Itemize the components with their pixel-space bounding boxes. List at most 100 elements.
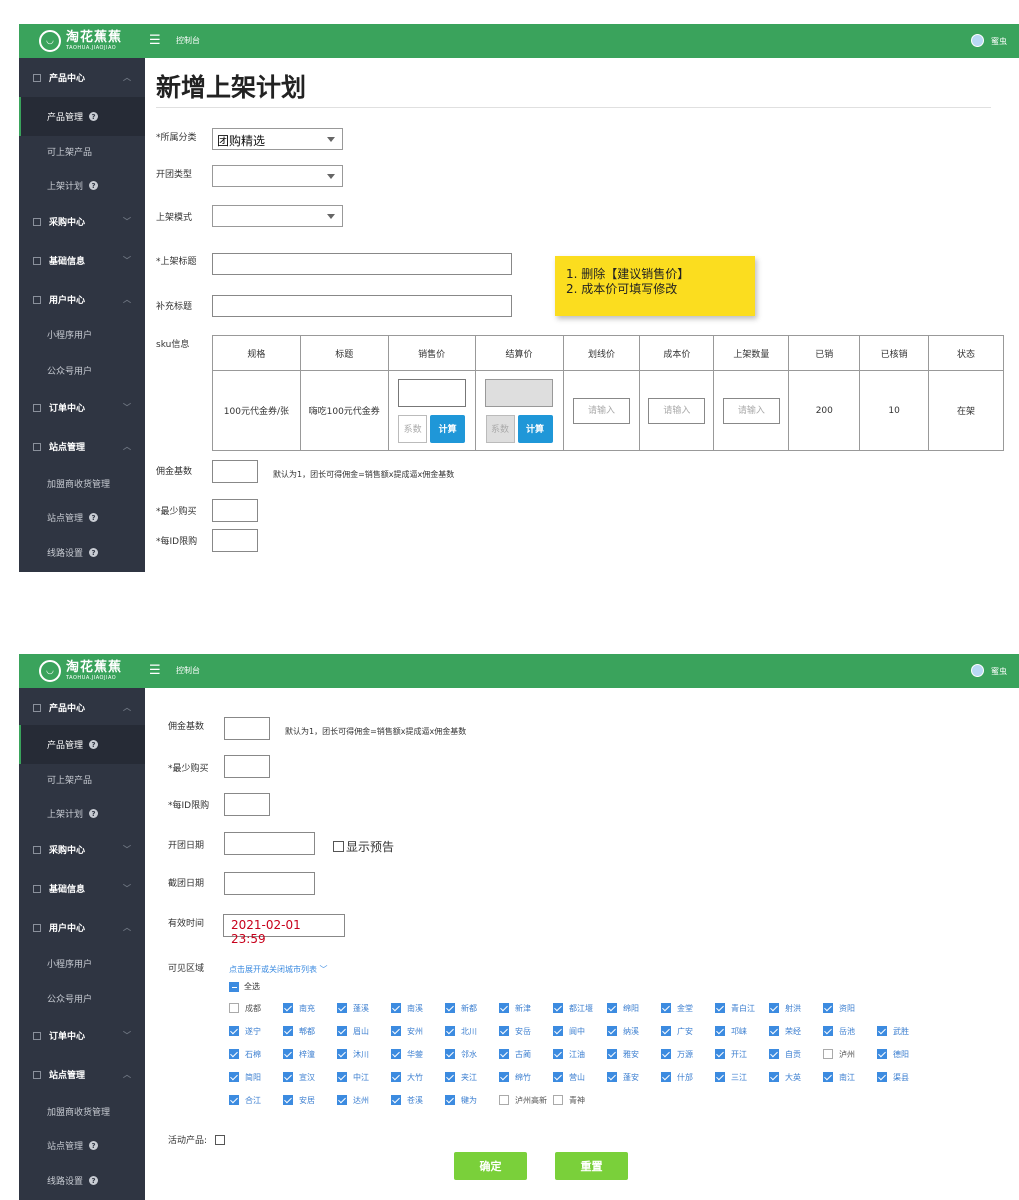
sidebar-group-user-center[interactable]: 用户中心 ︿ (19, 908, 145, 947)
city-checkbox[interactable] (823, 1072, 833, 1082)
quantity-input[interactable]: 请输入 (722, 397, 780, 424)
help-icon[interactable]: ? (89, 548, 99, 557)
help-icon[interactable]: ? (89, 740, 99, 749)
category-select[interactable]: 团购精选 (212, 128, 343, 150)
city-option[interactable]: 自贡 (769, 1047, 823, 1061)
city-checkbox[interactable] (337, 1003, 347, 1013)
city-option[interactable]: 南江 (823, 1070, 877, 1084)
city-checkbox[interactable] (823, 1049, 833, 1059)
city-option[interactable]: 安州 (391, 1024, 445, 1038)
city-checkbox[interactable] (445, 1049, 455, 1059)
city-option[interactable]: 蓬溪 (337, 1001, 391, 1015)
city-option[interactable]: 安居 (283, 1093, 337, 1107)
city-option[interactable]: 邻水 (445, 1047, 499, 1061)
city-checkbox[interactable] (391, 1003, 401, 1013)
city-checkbox[interactable] (283, 1072, 293, 1082)
select-all-option[interactable]: 全选 (229, 981, 260, 992)
city-option[interactable]: 江油 (553, 1047, 607, 1061)
city-option[interactable]: 岳池 (823, 1024, 877, 1038)
city-checkbox[interactable] (499, 1049, 509, 1059)
city-checkbox[interactable] (445, 1072, 455, 1082)
valid-time-input[interactable]: 2021-02-01 23:59 (223, 914, 345, 946)
city-checkbox[interactable] (445, 1026, 455, 1036)
help-icon[interactable]: ? (89, 181, 99, 190)
city-checkbox[interactable] (607, 1026, 617, 1036)
city-option[interactable]: 合江 (229, 1093, 283, 1107)
extra-title-input[interactable] (212, 295, 512, 317)
confirm-button[interactable]: 确定 (454, 1152, 527, 1180)
listing-title-input[interactable] (212, 253, 512, 275)
city-option[interactable]: 青神 (553, 1093, 607, 1107)
city-option[interactable]: 南溪 (391, 1001, 445, 1015)
city-option[interactable]: 万源 (661, 1047, 715, 1061)
city-checkbox[interactable] (499, 1072, 509, 1082)
city-checkbox[interactable] (715, 1049, 725, 1059)
city-option[interactable]: 成都 (229, 1001, 283, 1015)
min-buy-input[interactable] (212, 499, 258, 522)
city-checkbox[interactable] (445, 1095, 455, 1105)
city-checkbox[interactable] (715, 1026, 725, 1036)
city-option[interactable]: 夹江 (445, 1070, 499, 1084)
city-checkbox[interactable] (499, 1026, 509, 1036)
city-option[interactable]: 简阳 (229, 1070, 283, 1084)
city-checkbox[interactable] (823, 1026, 833, 1036)
city-option[interactable]: 古蔺 (499, 1047, 553, 1061)
city-checkbox[interactable] (445, 1003, 455, 1013)
city-option[interactable]: 泸州 (823, 1047, 877, 1061)
city-checkbox[interactable] (553, 1026, 563, 1036)
city-checkbox[interactable] (337, 1095, 347, 1105)
sidebar-group-purchase-center[interactable]: 采购中心 ﹀ (19, 202, 145, 241)
city-option[interactable]: 华蓥 (391, 1047, 445, 1061)
user-name[interactable]: 蜜虫 (991, 666, 1007, 677)
city-option[interactable]: 新津 (499, 1001, 553, 1015)
city-option[interactable]: 中江 (337, 1070, 391, 1084)
help-icon[interactable]: ? (89, 809, 99, 818)
city-option[interactable]: 大英 (769, 1070, 823, 1084)
city-option[interactable]: 营山 (553, 1070, 607, 1084)
city-checkbox[interactable] (499, 1095, 509, 1105)
city-option[interactable]: 达州 (337, 1093, 391, 1107)
city-option[interactable]: 纳溪 (607, 1024, 661, 1038)
sidebar-item-product-manage[interactable]: 产品管理? (19, 97, 145, 136)
city-checkbox[interactable] (877, 1072, 887, 1082)
per-id-limit-input[interactable] (212, 529, 258, 552)
help-icon[interactable]: ? (89, 112, 99, 121)
sidebar-group-order-center[interactable]: 订单中心 ﹀ (19, 1016, 145, 1055)
city-option[interactable]: 泸州高新 (499, 1093, 553, 1107)
sidebar-item-official-users[interactable]: 公众号用户 (19, 351, 145, 390)
activity-product-checkbox[interactable] (215, 1134, 226, 1145)
logo[interactable]: ◡ 淘花蕉蕉 TAOHUA.JIAOJIAO (39, 659, 131, 683)
city-checkbox[interactable] (769, 1049, 779, 1059)
city-checkbox[interactable] (229, 1095, 239, 1105)
sidebar-item-route-settings[interactable]: 线路设置? (19, 533, 145, 572)
city-option[interactable]: 渠县 (877, 1070, 931, 1084)
city-checkbox[interactable] (661, 1003, 671, 1013)
cost-price-input[interactable]: 请输入 (648, 397, 706, 424)
sale-calc-button[interactable]: 计算 (430, 414, 466, 443)
help-icon[interactable]: ? (89, 513, 99, 522)
city-option[interactable]: 都江堰 (553, 1001, 607, 1015)
sidebar-group-user-center[interactable]: 用户中心 ︿ (19, 280, 145, 319)
user-avatar[interactable] (971, 664, 984, 677)
city-option[interactable]: 什邡 (661, 1070, 715, 1084)
city-checkbox[interactable] (283, 1026, 293, 1036)
city-checkbox[interactable] (337, 1026, 347, 1036)
city-option[interactable]: 犍为 (445, 1093, 499, 1107)
commission-input[interactable] (224, 717, 270, 740)
sidebar-item-listing-plan[interactable]: 上架计划? (19, 794, 145, 833)
min-buy-input[interactable] (224, 755, 270, 778)
city-checkbox[interactable] (553, 1072, 563, 1082)
sidebar-item-listing-plan[interactable]: 上架计划? (19, 166, 145, 205)
city-checkbox[interactable] (499, 1003, 509, 1013)
city-checkbox[interactable] (715, 1072, 725, 1082)
listing-mode-select[interactable] (212, 205, 343, 227)
city-option[interactable]: 南充 (283, 1001, 337, 1015)
city-option[interactable]: 眉山 (337, 1024, 391, 1038)
sale-coef-input[interactable]: 系数 (398, 414, 428, 443)
city-checkbox[interactable] (337, 1072, 347, 1082)
city-checkbox[interactable] (553, 1049, 563, 1059)
city-option[interactable]: 梓潼 (283, 1047, 337, 1061)
city-checkbox[interactable] (337, 1049, 347, 1059)
help-icon[interactable]: ? (89, 1176, 99, 1185)
city-checkbox[interactable] (661, 1049, 671, 1059)
